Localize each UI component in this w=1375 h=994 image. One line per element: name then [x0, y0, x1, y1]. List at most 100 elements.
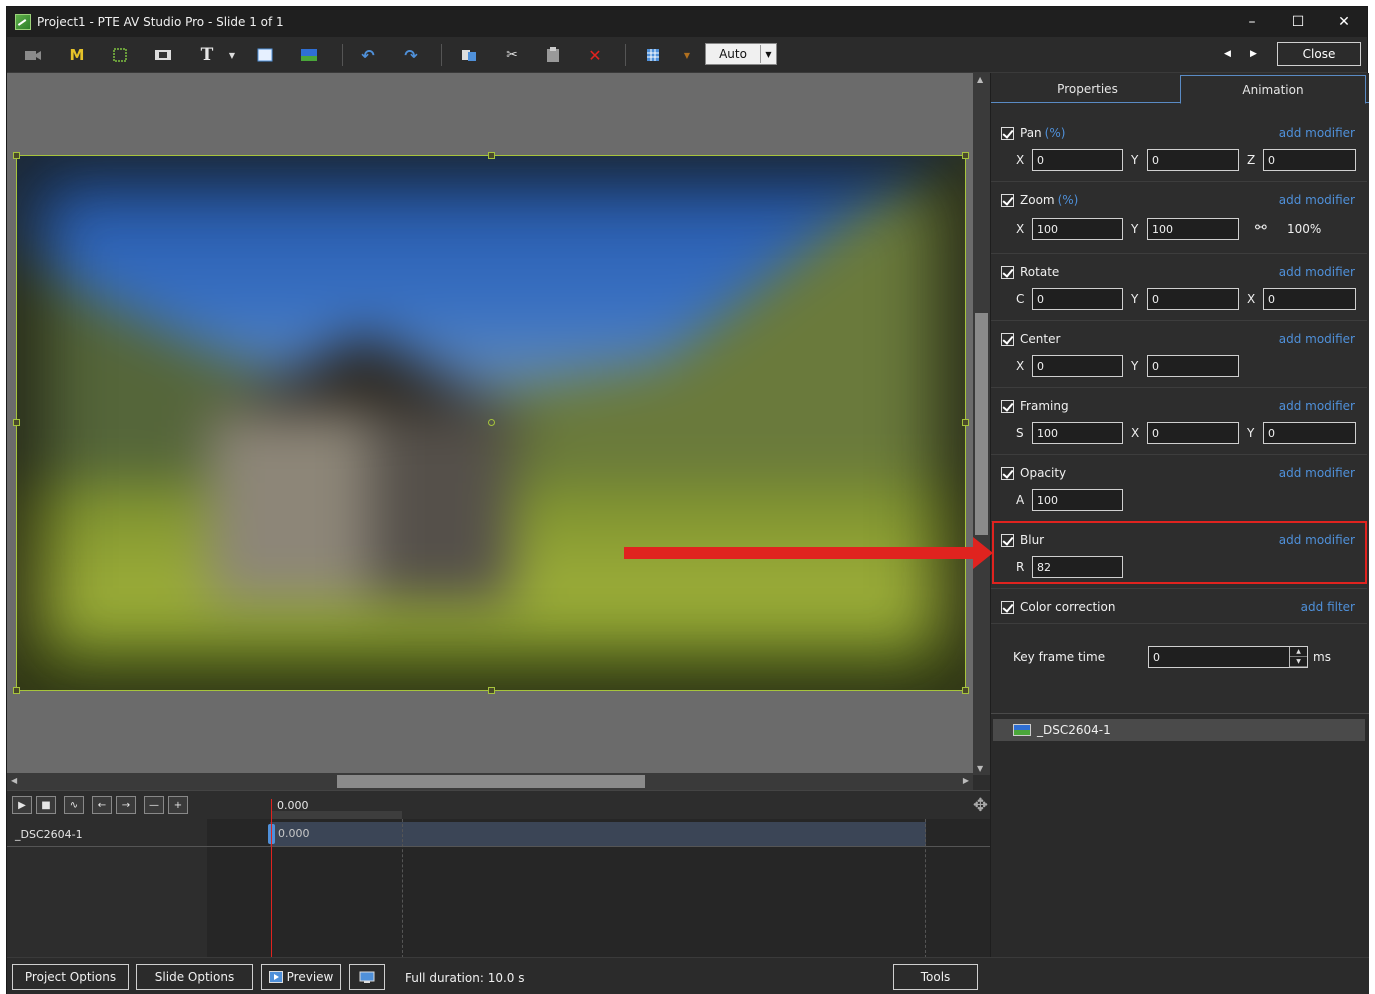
mask-icon[interactable]: M — [67, 45, 87, 65]
cut-icon[interactable]: ✂ — [502, 45, 522, 65]
grid-dropdown-icon[interactable]: ▼ — [677, 45, 697, 65]
resize-handle-left[interactable] — [13, 419, 20, 426]
paste-icon[interactable] — [543, 45, 563, 65]
canvas-horizontal-scrollbar[interactable]: ◀ ▶ — [7, 773, 973, 790]
pan-add-modifier-link[interactable]: add modifier — [1279, 126, 1355, 140]
move-right-button[interactable]: → — [116, 796, 136, 814]
rectangle-icon[interactable] — [255, 45, 275, 65]
tab-animation[interactable]: Animation — [1180, 75, 1366, 104]
canvas-vertical-scrollbar[interactable]: ▲ ▼ — [973, 73, 990, 775]
spin-up-icon[interactable]: ▲ — [1290, 647, 1307, 657]
rotate-checkbox[interactable] — [1001, 265, 1014, 279]
scroll-down-icon[interactable]: ▼ — [977, 764, 983, 773]
scroll-up-icon[interactable]: ▲ — [977, 75, 983, 84]
rotate-c-input[interactable]: 0 — [1032, 288, 1123, 310]
link-icon[interactable]: ⚯ — [1255, 220, 1267, 236]
add-filter-link[interactable]: add filter — [1301, 600, 1355, 614]
copy-icon[interactable] — [459, 45, 479, 65]
image-icon[interactable] — [299, 45, 319, 65]
project-options-button[interactable]: Project Options — [12, 964, 129, 990]
text-tool-icon[interactable]: T — [197, 45, 217, 65]
screen-preview-button[interactable] — [349, 964, 385, 990]
pan-checkbox[interactable] — [1001, 126, 1014, 140]
scrollbar-thumb[interactable] — [337, 775, 645, 788]
color-correction-checkbox[interactable] — [1001, 600, 1014, 614]
rotate-y-input[interactable]: 0 — [1147, 288, 1239, 310]
resize-handle-right[interactable] — [962, 419, 969, 426]
key-frame-time-spinner[interactable]: ▲ ▼ — [1289, 647, 1307, 667]
center-handle[interactable] — [488, 419, 495, 426]
waveform-button[interactable]: ∿ — [64, 796, 84, 814]
prev-slide-icon[interactable]: ◀ — [1224, 49, 1231, 59]
framing-s-input[interactable]: 100 — [1032, 422, 1123, 444]
move-left-button[interactable]: ← — [92, 796, 112, 814]
scroll-right-icon[interactable]: ▶ — [963, 776, 969, 785]
pan-x-input[interactable]: 0 — [1032, 149, 1123, 171]
center-x-label: X — [1016, 359, 1025, 373]
close-window-button[interactable]: ✕ — [1321, 7, 1367, 37]
zoom-select[interactable]: Auto ▼ — [705, 43, 777, 65]
tools-button[interactable]: Tools — [893, 964, 978, 990]
playhead[interactable] — [271, 799, 272, 958]
video-clip-icon[interactable] — [153, 45, 173, 65]
slide-options-button[interactable]: Slide Options — [136, 964, 253, 990]
close-button[interactable]: Close — [1277, 42, 1361, 66]
opacity-a-input[interactable]: 100 — [1032, 489, 1123, 511]
zoom-in-button[interactable]: + — [168, 796, 188, 814]
framing-checkbox[interactable] — [1001, 399, 1014, 413]
center-y-input[interactable]: 0 — [1147, 355, 1239, 377]
center-add-modifier-link[interactable]: add modifier — [1279, 332, 1355, 346]
text-dropdown-icon[interactable]: ▼ — [222, 45, 242, 65]
framing-y-input[interactable]: 0 — [1263, 422, 1356, 444]
stop-button[interactable]: ■ — [36, 796, 56, 814]
framing-add-modifier-link[interactable]: add modifier — [1279, 399, 1355, 413]
pan-y-input[interactable]: 0 — [1147, 149, 1239, 171]
undo-icon[interactable]: ↶ — [358, 45, 378, 65]
play-button[interactable]: ▶ — [12, 796, 32, 814]
zoom-add-modifier-link[interactable]: add modifier — [1279, 193, 1355, 207]
resize-handle-bottom-right[interactable] — [962, 687, 969, 694]
center-checkbox[interactable] — [1001, 332, 1014, 346]
delete-icon[interactable]: ✕ — [585, 45, 605, 65]
key-frame-time-input[interactable]: 0 ▲ ▼ — [1148, 646, 1308, 668]
spin-down-icon[interactable]: ▼ — [1290, 657, 1307, 667]
opacity-add-modifier-link[interactable]: add modifier — [1279, 466, 1355, 480]
slide-canvas[interactable] — [7, 73, 973, 775]
scrollbar-thumb[interactable] — [975, 313, 988, 535]
zoom-checkbox[interactable] — [1001, 193, 1014, 207]
move-icon[interactable]: ✥ — [973, 795, 988, 816]
next-slide-icon[interactable]: ▶ — [1250, 49, 1257, 59]
tab-properties[interactable]: Properties — [995, 75, 1180, 103]
frame-icon[interactable] — [110, 45, 130, 65]
rotate-add-modifier-link[interactable]: add modifier — [1279, 265, 1355, 279]
framing-x-input[interactable]: 0 — [1147, 422, 1239, 444]
key-frame-time-label: Key frame time — [1013, 650, 1106, 664]
grid-icon[interactable] — [643, 45, 663, 65]
app-window: Project1 - PTE AV Studio Pro - Slide 1 o… — [6, 6, 1369, 994]
scroll-left-icon[interactable]: ◀ — [11, 776, 17, 785]
list-item[interactable]: _DSC2604-1 — [993, 719, 1365, 741]
timeline-ruler[interactable]: 0.000 ✥ — [207, 791, 990, 819]
clip-time: 0.000 — [278, 827, 310, 840]
framing-label: Framing — [1020, 399, 1069, 413]
opacity-checkbox[interactable] — [1001, 466, 1014, 480]
resize-handle-bottom[interactable] — [488, 687, 495, 694]
resize-handle-top-right[interactable] — [962, 152, 969, 159]
zoom-out-button[interactable]: — — [144, 796, 164, 814]
camera-icon[interactable] — [23, 45, 43, 65]
zoom-y-input[interactable]: 100 — [1147, 218, 1239, 240]
rotate-x-input[interactable]: 0 — [1263, 288, 1356, 310]
resize-handle-bottom-left[interactable] — [13, 687, 20, 694]
timeline-clip[interactable]: 0.000 — [270, 822, 926, 846]
toolbar-divider — [441, 44, 442, 66]
zoom-x-input[interactable]: 100 — [1032, 218, 1123, 240]
resize-handle-top[interactable] — [488, 152, 495, 159]
minimize-button[interactable]: – — [1229, 7, 1275, 37]
key-frame-time-value: 0 — [1153, 650, 1160, 664]
pan-z-input[interactable]: 0 — [1263, 149, 1356, 171]
maximize-button[interactable]: ☐ — [1275, 7, 1321, 37]
preview-button[interactable]: Preview — [261, 964, 341, 990]
redo-icon[interactable]: ↷ — [401, 45, 421, 65]
resize-handle-top-left[interactable] — [13, 152, 20, 159]
center-x-input[interactable]: 0 — [1032, 355, 1123, 377]
